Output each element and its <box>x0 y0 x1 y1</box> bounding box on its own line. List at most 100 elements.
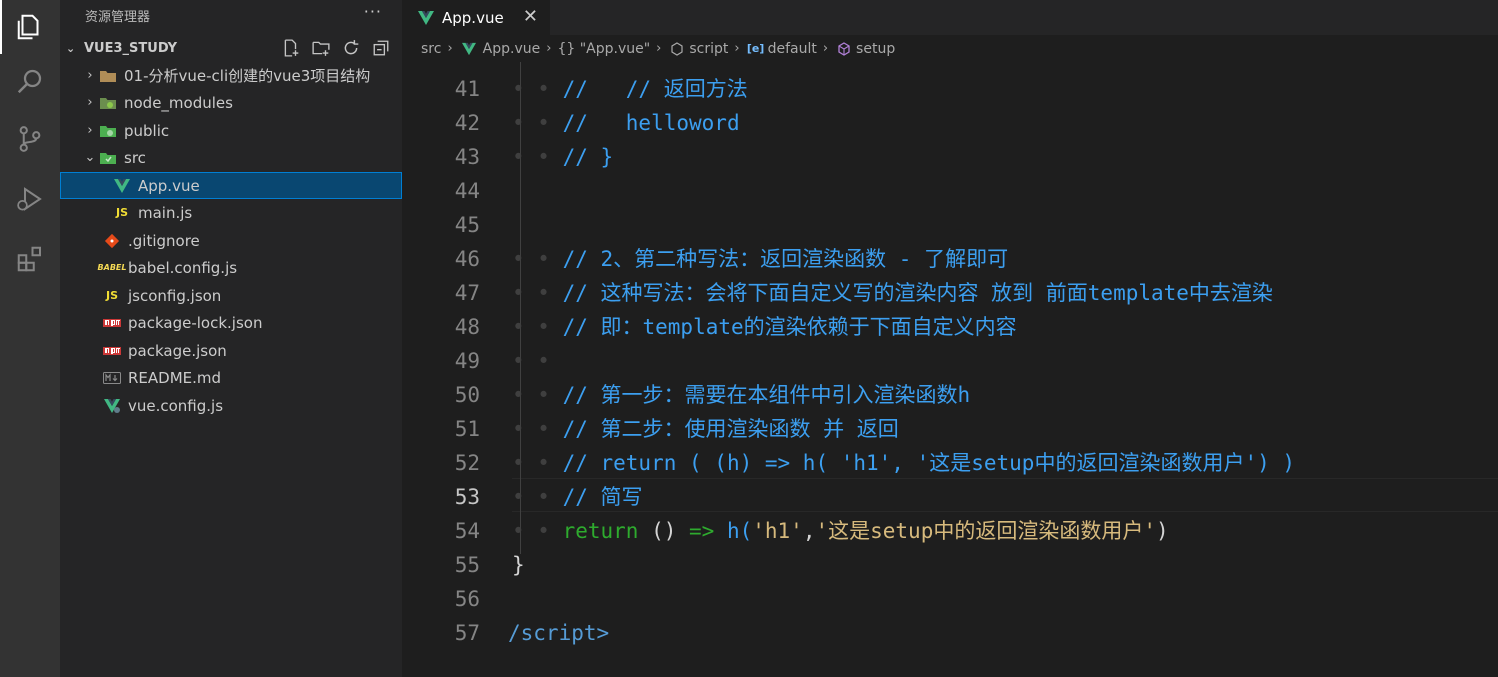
line-number: 41 <box>454 77 480 101</box>
code-line: /script> <box>508 616 609 650</box>
npm-icon <box>102 343 122 359</box>
breadcrumb-default-label: default <box>767 40 817 57</box>
extensions-icon[interactable] <box>0 232 60 286</box>
tree-item-public[interactable]: › public <box>60 117 402 144</box>
tree-item-label: package-lock.json <box>128 313 263 332</box>
line-number: 48 <box>454 315 480 339</box>
whitespace-marker: • • <box>512 417 563 441</box>
js-file-icon: JS <box>115 206 128 219</box>
chevron-down-icon: ⌄ <box>84 150 96 165</box>
tree-item-package-lock[interactable]: package-lock.json <box>60 309 402 336</box>
code-line: • • // } <box>512 140 613 174</box>
line-number: 56 <box>454 587 480 611</box>
breadcrumb-default[interactable]: [e] default <box>746 41 817 57</box>
line-number: 44 <box>454 179 480 203</box>
search-icon[interactable] <box>0 54 60 108</box>
tree-item-main-js[interactable]: JS main.js <box>60 199 402 226</box>
collapse-all-icon[interactable] <box>370 38 392 58</box>
tree-item-gitignore[interactable]: .gitignore <box>60 227 402 254</box>
chevron-right-icon: › <box>87 68 93 83</box>
source-control-icon[interactable] <box>0 112 60 166</box>
breadcrumb-setup[interactable]: setup <box>834 41 895 57</box>
new-folder-icon[interactable] <box>310 38 332 58</box>
tree-item-babel-config[interactable]: BABEL babel.config.js <box>60 254 402 281</box>
tree-item-folder-01[interactable]: › 01-分析vue-cli创建的vue3项目结构 <box>60 62 402 89</box>
public-folder-icon <box>98 123 118 139</box>
code-line: • • // return ( (h) => h( 'h1', '这是setup… <box>512 446 1295 480</box>
breadcrumb-file-label: App.vue <box>482 40 541 57</box>
line-number: 43 <box>454 145 480 169</box>
line-number: 55 <box>454 553 480 577</box>
current-line-highlight <box>512 478 1498 512</box>
code-keyword-return: return <box>562 519 639 543</box>
line-number: 57 <box>454 621 480 645</box>
code-comment: // 这种写法：会将下面自定义写的渲染内容 放到 前面template中去渲染 <box>562 281 1273 305</box>
code-comment: // helloword <box>562 111 740 135</box>
whitespace-marker: • • <box>512 77 563 101</box>
chevron-right-icon: › <box>734 41 740 56</box>
breadcrumb-script[interactable]: script <box>667 41 728 57</box>
breadcrumb-block[interactable]: {} "App.vue" <box>557 41 650 57</box>
line-number: 42 <box>454 111 480 135</box>
editor-tabs: App.vue ✕ <box>402 0 1498 35</box>
code-string: '这是setup中的返回渲染函数用户' <box>815 519 1156 543</box>
code-comment: // 即：template的渲染依赖于下面自定义内容 <box>562 315 1017 339</box>
explorer-sidebar: 资源管理器 ··· ⌄ VUE3_STUDY › 01-分析vue-cli创建的… <box>60 0 402 677</box>
whitespace-marker: • • <box>512 315 563 339</box>
tab-app-vue[interactable]: App.vue ✕ <box>402 0 550 35</box>
code-close-paren: ) <box>1156 519 1169 543</box>
line-number: 45 <box>454 213 480 237</box>
code-line: • • // 这种写法：会将下面自定义写的渲染内容 放到 前面template中… <box>512 276 1273 310</box>
tree-item-package-json[interactable]: package.json <box>60 337 402 364</box>
more-actions-button[interactable]: ··· <box>364 2 382 21</box>
tree-item-label: main.js <box>138 203 193 222</box>
refresh-icon[interactable] <box>340 38 362 58</box>
markdown-icon <box>102 370 122 386</box>
vue-file-icon <box>459 41 479 57</box>
tree-item-label: node_modules <box>124 93 233 112</box>
breadcrumb-file[interactable]: App.vue <box>459 40 541 57</box>
code-line: } <box>512 548 525 582</box>
tree-item-label: public <box>124 121 170 140</box>
chevron-right-icon: › <box>87 123 93 138</box>
breadcrumb: src › App.vue › {} "App.vue" › script › … <box>402 35 1498 62</box>
code-line: • • // 简写 <box>512 480 643 514</box>
project-name: VUE3_STUDY <box>84 40 178 56</box>
tree-item-vue-config[interactable]: vue.config.js <box>60 392 402 419</box>
breadcrumb-src[interactable]: src <box>421 41 441 57</box>
method-icon <box>834 41 854 57</box>
whitespace-marker: • • <box>512 451 563 475</box>
tree-item-node-modules[interactable]: › node_modules <box>60 89 402 116</box>
tree-item-readme[interactable]: README.md <box>60 364 402 391</box>
line-number: 46 <box>454 247 480 271</box>
explorer-icon[interactable] <box>0 0 60 54</box>
whitespace-marker: • • <box>512 383 563 407</box>
code-line: • • // helloword <box>512 106 740 140</box>
vue-config-icon <box>102 398 122 414</box>
element-icon <box>667 41 687 57</box>
line-number: 49 <box>454 349 480 373</box>
whitespace-marker: • • <box>512 349 563 373</box>
close-icon[interactable]: ✕ <box>523 6 538 27</box>
tree-item-app-vue[interactable]: App.vue <box>60 172 402 199</box>
tree-item-jsconfig[interactable]: JS jsconfig.json <box>60 282 402 309</box>
project-root[interactable]: ⌄ VUE3_STUDY <box>60 35 402 61</box>
tree-item-src[interactable]: ⌄ src <box>60 144 402 171</box>
code-line: • • <box>512 344 563 378</box>
code-line: • • // 第一步：需要在本组件中引入渲染函数h <box>512 378 970 412</box>
code-line: • • // 第二步：使用渲染函数 并 返回 <box>512 412 899 446</box>
whitespace-marker: • • <box>512 519 563 543</box>
src-folder-icon <box>98 150 118 166</box>
code-editor[interactable]: 41 42 43 44 45 46 47 48 49 50 51 52 53 5… <box>402 62 1498 677</box>
chevron-down-icon: ⌄ <box>66 41 76 55</box>
tree-item-label: babel.config.js <box>128 258 238 277</box>
code-comment: // return ( (h) => h( 'h1', '这是setup中的返回… <box>562 451 1296 475</box>
code-line: • • // // 返回方法 <box>512 72 748 106</box>
breadcrumb-script-label: script <box>689 40 729 57</box>
run-debug-icon[interactable] <box>0 172 60 226</box>
code-brace: } <box>512 553 525 577</box>
code-comment: // 第一步：需要在本组件中引入渲染函数h <box>562 383 971 407</box>
sidebar-title: 资源管理器 ··· <box>60 0 402 30</box>
whitespace-marker: • • <box>512 145 563 169</box>
new-file-icon[interactable] <box>280 38 302 58</box>
